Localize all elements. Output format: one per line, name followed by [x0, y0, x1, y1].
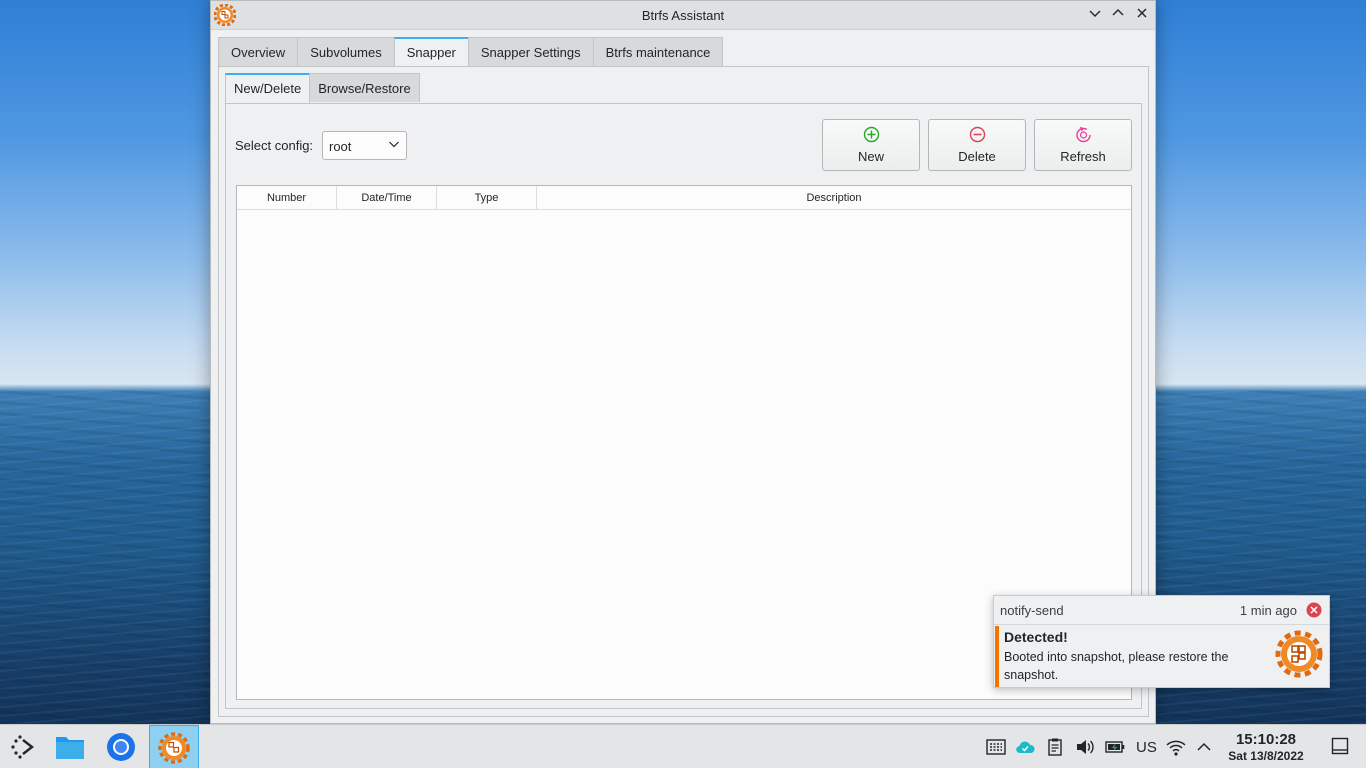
- notification-body: Booted into snapshot, please restore the…: [1004, 650, 1229, 682]
- column-header-number[interactable]: Number: [237, 186, 337, 209]
- chevron-down-icon: [389, 141, 399, 148]
- column-header-type[interactable]: Type: [437, 186, 537, 209]
- application-launcher-icon: [11, 735, 34, 759]
- tab-snapper-settings[interactable]: Snapper Settings: [467, 37, 594, 66]
- tab-overview[interactable]: Overview: [218, 37, 299, 66]
- chevron-down-icon: [1089, 10, 1101, 17]
- tab-btrfs-maintenance[interactable]: Btrfs maintenance: [592, 37, 724, 66]
- notification-time: 1 min ago: [1239, 603, 1297, 618]
- file-manager-icon: [56, 737, 84, 759]
- add-icon: [863, 126, 880, 143]
- btrfs-assistant-task[interactable]: [149, 725, 199, 768]
- window-title: Btrfs Assistant: [641, 8, 725, 23]
- close-icon: [1137, 8, 1147, 18]
- keyboard-icon[interactable]: [986, 737, 1006, 757]
- chromium-launcher[interactable]: [97, 725, 145, 768]
- btrfs-assistant-icon: [1275, 630, 1323, 678]
- new-button-label: New: [857, 149, 884, 164]
- tab-snapper[interactable]: Snapper: [393, 37, 469, 68]
- notification-title: Detected!: [1004, 629, 1068, 645]
- chevron-up-icon: [1112, 9, 1124, 16]
- wifi-icon[interactable]: [1166, 737, 1186, 757]
- config-select[interactable]: root: [322, 131, 407, 160]
- close-icon[interactable]: [1306, 602, 1322, 618]
- titlebar: Btrfs Assistant: [211, 1, 1155, 30]
- column-header-description[interactable]: Description: [537, 186, 1131, 209]
- keyboard-layout-indicator[interactable]: US: [1136, 739, 1157, 756]
- volume-icon[interactable]: [1075, 737, 1095, 757]
- taskbar: US 15:10:28 Sat 13/8/2022: [0, 724, 1366, 768]
- clock-time[interactable]: 15:10:28: [1222, 731, 1310, 748]
- notification-header: notify-send 1 min ago: [994, 596, 1329, 625]
- clock-date[interactable]: Sat 13/8/2022: [1222, 749, 1310, 763]
- clipboard-icon[interactable]: [1045, 737, 1065, 757]
- tab-subvolumes[interactable]: Subvolumes: [297, 37, 395, 66]
- notification-app-name: notify-send: [1000, 603, 1064, 618]
- show-desktop-icon[interactable]: [1331, 737, 1349, 755]
- chevron-up-icon[interactable]: [1194, 737, 1214, 757]
- tab-browse-restore[interactable]: Browse/Restore: [309, 73, 420, 102]
- tab-new-delete[interactable]: New/Delete: [225, 73, 311, 104]
- new-snapshot-button[interactable]: New: [822, 119, 920, 171]
- maximize-button[interactable]: [1109, 6, 1127, 24]
- close-button[interactable]: [1133, 6, 1151, 24]
- refresh-button[interactable]: Refresh: [1034, 119, 1132, 171]
- file-manager-launcher[interactable]: [46, 725, 94, 768]
- notification-accent-bar: [995, 626, 999, 687]
- chromium-icon: [107, 733, 135, 761]
- config-select-value: root: [329, 139, 352, 154]
- battery-icon[interactable]: [1105, 737, 1125, 757]
- notification-popup[interactable]: notify-send 1 min ago Detected! Booted i…: [993, 595, 1330, 688]
- btrfs-assistant-icon: [158, 732, 190, 764]
- delete-snapshot-button[interactable]: Delete: [928, 119, 1026, 171]
- snapper-sub-tab-bar: New/Delete Browse/Restore: [225, 73, 420, 104]
- table-header: Number Date/Time Type Description: [237, 186, 1131, 210]
- minimize-button[interactable]: [1086, 6, 1104, 24]
- remove-icon: [969, 126, 986, 143]
- cloud-sync-icon[interactable]: [1015, 737, 1035, 757]
- refresh-button-label: Refresh: [1060, 149, 1106, 164]
- refresh-icon: [1076, 126, 1091, 143]
- column-header-date-time[interactable]: Date/Time: [337, 186, 437, 209]
- application-launcher[interactable]: [0, 725, 48, 768]
- select-config-label: Select config:: [235, 138, 314, 153]
- delete-button-label: Delete: [958, 149, 996, 164]
- main-tab-bar: Overview Subvolumes Snapper Snapper Sett…: [218, 37, 724, 68]
